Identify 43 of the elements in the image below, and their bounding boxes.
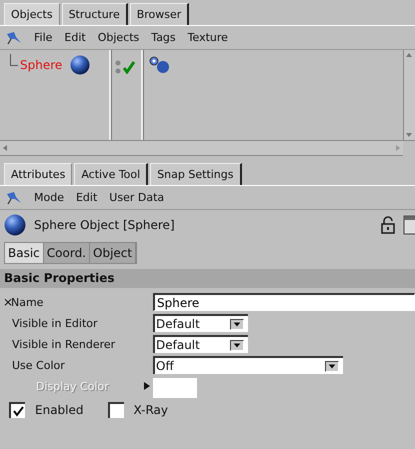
menu-item[interactable]: File xyxy=(34,31,52,44)
panel-tab[interactable]: Active Tool xyxy=(74,163,148,185)
visibility-dots-icon[interactable] xyxy=(115,59,121,75)
keyframe-mark[interactable]: × xyxy=(3,295,11,309)
sub-tab[interactable]: Coord. xyxy=(44,243,90,263)
checkmark-icon[interactable] xyxy=(123,60,135,74)
field-label: Visible in Editor xyxy=(11,316,98,330)
menu-item[interactable]: Objects xyxy=(98,31,140,44)
checkbox-label: Enabled xyxy=(35,403,84,417)
expand-arrow-icon[interactable] xyxy=(144,382,150,390)
checkbox[interactable] xyxy=(108,402,124,418)
padlock-icon[interactable] xyxy=(381,216,395,234)
section-header: Basic Properties xyxy=(0,269,415,288)
menu-item[interactable]: Edit xyxy=(64,31,86,44)
sphere-icon xyxy=(70,55,90,75)
menu-item[interactable]: Texture xyxy=(188,31,228,44)
sphere-tag-icon[interactable] xyxy=(149,56,171,74)
menu-item[interactable]: Mode xyxy=(34,191,64,204)
panel-tab[interactable]: Attributes xyxy=(4,163,72,185)
menu-item[interactable]: Edit xyxy=(76,191,98,204)
field-label: Name xyxy=(11,296,44,308)
checkbox[interactable] xyxy=(9,402,25,418)
pin-icon[interactable] xyxy=(6,30,22,44)
sphere-icon xyxy=(4,214,26,236)
panel-tab[interactable]: Snap Settings xyxy=(150,163,242,185)
window-icon[interactable] xyxy=(403,215,415,235)
sub-tab[interactable]: Object xyxy=(90,243,136,263)
panel-tab[interactable]: Browser xyxy=(130,3,190,25)
field-label: Visible in Renderer xyxy=(11,338,116,350)
dropdown[interactable]: Default xyxy=(153,335,248,353)
field-label: Use Color xyxy=(11,358,65,372)
menu-item[interactable]: Tags xyxy=(151,31,176,44)
color-swatch xyxy=(153,378,197,398)
dropdown[interactable]: Default xyxy=(153,314,248,332)
panel-tab[interactable]: Objects xyxy=(4,3,60,25)
panel-tab[interactable]: Structure xyxy=(62,3,128,25)
name-field[interactable]: Sphere xyxy=(153,293,415,311)
checkbox-label: X-Ray xyxy=(134,403,168,417)
pin-icon[interactable] xyxy=(6,190,22,204)
object-title: Sphere Object [Sphere] xyxy=(34,218,176,232)
sub-tab[interactable]: Basic xyxy=(5,243,44,263)
menu-item[interactable]: User Data xyxy=(109,191,164,204)
dropdown[interactable]: Off xyxy=(153,356,343,374)
